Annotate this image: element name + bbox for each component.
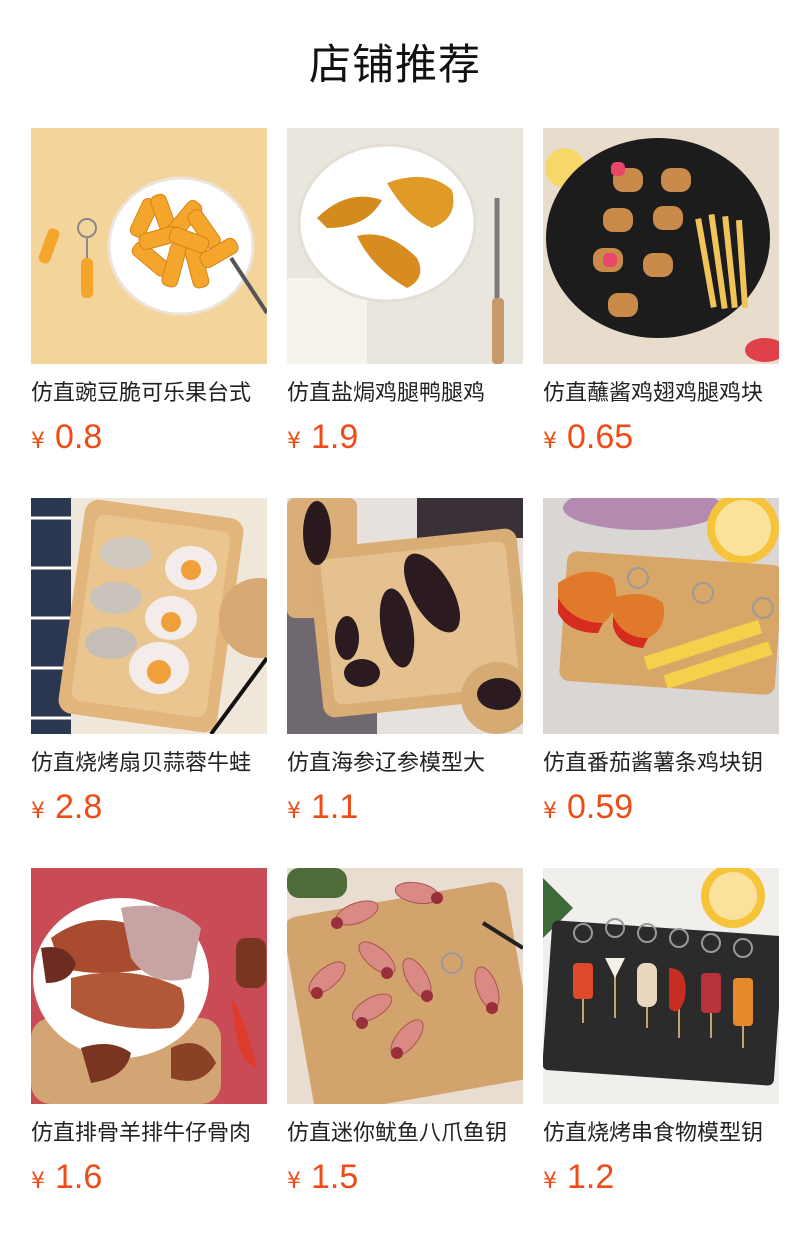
product-card[interactable]: 仿直盐焗鸡腿鸭腿鸡 ¥1.9 bbox=[287, 128, 523, 468]
product-card[interactable]: 仿直迷你鱿鱼八爪鱼钥 ¥1.5 bbox=[287, 868, 523, 1208]
product-price: ¥2.8 bbox=[31, 784, 102, 830]
product-image[interactable] bbox=[287, 868, 523, 1104]
scallop-tray-photo bbox=[31, 498, 267, 734]
price-amount: 1.2 bbox=[567, 1158, 615, 1196]
currency-symbol: ¥ bbox=[31, 429, 45, 454]
product-name[interactable]: 仿直迷你鱿鱼八爪鱼钥 bbox=[287, 1118, 523, 1150]
product-card[interactable]: 仿直番茄酱薯条鸡块钥 ¥0.59 bbox=[543, 498, 779, 838]
product-name[interactable]: 仿直排骨羊排牛仔骨肉 bbox=[31, 1118, 267, 1150]
currency-symbol: ¥ bbox=[287, 799, 301, 824]
product-price: ¥0.59 bbox=[543, 784, 633, 830]
currency-symbol: ¥ bbox=[31, 799, 45, 824]
product-card[interactable]: 仿直蘸酱鸡翅鸡腿鸡块 ¥0.65 bbox=[543, 128, 779, 468]
currency-symbol: ¥ bbox=[543, 799, 557, 824]
product-card[interactable]: 仿直烧烤串食物模型钥 ¥1.2 bbox=[543, 868, 779, 1208]
product-price: ¥0.8 bbox=[31, 414, 102, 460]
currency-symbol: ¥ bbox=[287, 1169, 301, 1194]
currency-symbol: ¥ bbox=[543, 1169, 557, 1194]
product-price: ¥1.9 bbox=[287, 414, 358, 460]
product-image[interactable] bbox=[543, 868, 779, 1104]
product-image[interactable] bbox=[543, 498, 779, 734]
price-amount: 1.6 bbox=[55, 1158, 103, 1196]
bbq-skewer-keychain-photo bbox=[543, 868, 779, 1104]
ribs-plate-photo bbox=[31, 868, 267, 1104]
price-amount: 1.1 bbox=[311, 788, 359, 826]
product-price: ¥0.65 bbox=[543, 414, 633, 460]
product-name[interactable]: 仿直蘸酱鸡翅鸡腿鸡块 bbox=[543, 378, 779, 410]
currency-symbol: ¥ bbox=[31, 1169, 45, 1194]
product-image[interactable] bbox=[287, 498, 523, 734]
product-price: ¥1.6 bbox=[31, 1154, 102, 1200]
product-price: ¥1.2 bbox=[543, 1154, 614, 1200]
sea-cucumber-tray-photo bbox=[287, 498, 523, 734]
price-amount: 0.65 bbox=[567, 418, 634, 456]
product-name[interactable]: 仿直盐焗鸡腿鸭腿鸡 bbox=[287, 378, 523, 410]
currency-symbol: ¥ bbox=[543, 429, 557, 454]
product-name[interactable]: 仿直豌豆脆可乐果台式 bbox=[31, 378, 267, 410]
price-amount: 1.9 bbox=[311, 418, 359, 456]
ketchup-fries-keychain-photo bbox=[543, 498, 779, 734]
product-name[interactable]: 仿直烧烤串食物模型钥 bbox=[543, 1118, 779, 1150]
chicken-leg-plate-photo bbox=[287, 128, 523, 364]
product-card[interactable]: 仿直排骨羊排牛仔骨肉 ¥1.6 bbox=[31, 868, 267, 1208]
product-image[interactable] bbox=[31, 868, 267, 1104]
price-amount: 0.59 bbox=[567, 788, 634, 826]
page-title: 店铺推荐 bbox=[308, 40, 481, 89]
product-name[interactable]: 仿直海参辽参模型大 bbox=[287, 748, 523, 780]
product-price: ¥1.1 bbox=[287, 784, 358, 830]
price-amount: 1.5 bbox=[311, 1158, 359, 1196]
dipped-chicken-fries-photo bbox=[543, 128, 779, 364]
product-image[interactable] bbox=[543, 128, 779, 364]
product-card[interactable]: 仿直海参辽参模型大 ¥1.1 bbox=[287, 498, 523, 838]
product-image[interactable] bbox=[287, 128, 523, 364]
product-name[interactable]: 仿直烧烤扇贝蒜蓉牛蛙 bbox=[31, 748, 267, 780]
product-image[interactable] bbox=[31, 128, 267, 364]
price-amount: 2.8 bbox=[55, 788, 103, 826]
price-amount: 0.8 bbox=[55, 418, 103, 456]
product-image[interactable] bbox=[31, 498, 267, 734]
product-name[interactable]: 仿直番茄酱薯条鸡块钥 bbox=[543, 748, 779, 780]
product-price: ¥1.5 bbox=[287, 1154, 358, 1200]
currency-symbol: ¥ bbox=[287, 429, 301, 454]
product-card[interactable]: 仿直豌豆脆可乐果台式 ¥0.8 bbox=[31, 128, 267, 468]
mini-squid-keychain-photo bbox=[287, 868, 523, 1104]
pasta-keychain-photo bbox=[31, 128, 267, 364]
product-card[interactable]: 仿直烧烤扇贝蒜蓉牛蛙 ¥2.8 bbox=[31, 498, 267, 838]
